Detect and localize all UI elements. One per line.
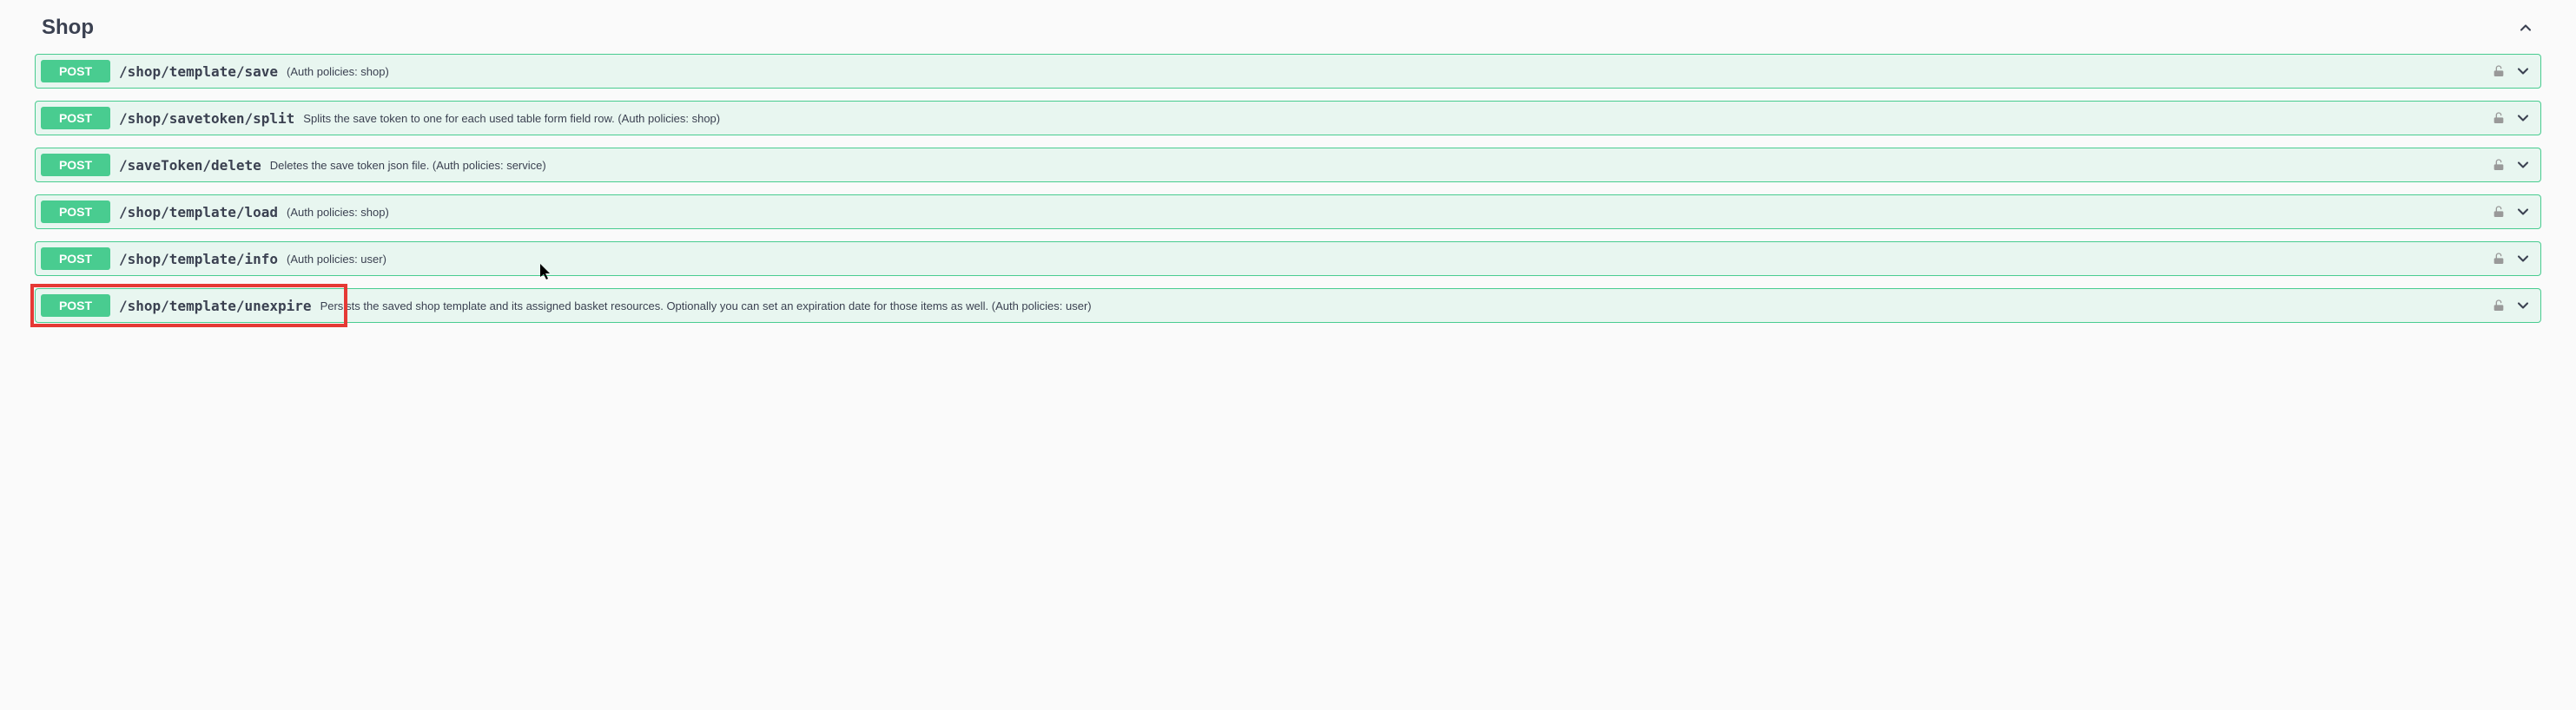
method-badge: POST <box>41 294 110 317</box>
endpoint-description: Splits the save token to one for each us… <box>303 112 2492 125</box>
endpoint-path: /shop/template/load <box>119 204 278 220</box>
endpoint-description: (Auth policies: shop) <box>287 206 2492 219</box>
endpoint-controls <box>2492 250 2532 267</box>
chevron-down-icon[interactable] <box>2514 203 2532 220</box>
chevron-down-icon[interactable] <box>2514 297 2532 314</box>
chevron-up-icon[interactable] <box>2517 19 2534 36</box>
endpoint-description: (Auth policies: user) <box>287 253 2492 266</box>
chevron-down-icon[interactable] <box>2514 156 2532 174</box>
endpoint-path: /shop/template/unexpire <box>119 298 312 314</box>
section-header[interactable]: Shop <box>35 10 2541 54</box>
endpoint-row[interactable]: POST/shop/template/save (Auth policies: s… <box>35 54 2541 89</box>
endpoint-path: /shop/savetoken/split <box>119 110 294 127</box>
chevron-down-icon[interactable] <box>2514 62 2532 80</box>
lock-icon[interactable] <box>2492 111 2506 125</box>
method-badge: POST <box>41 201 110 223</box>
lock-icon[interactable] <box>2492 252 2506 266</box>
endpoints-list: POST/shop/template/save (Auth policies: s… <box>35 54 2541 323</box>
method-badge: POST <box>41 60 110 82</box>
endpoint-path: /saveToken/delete <box>119 157 261 174</box>
endpoint-description: Deletes the save token json file. (Auth … <box>270 159 2492 172</box>
method-badge: POST <box>41 107 110 129</box>
lock-icon[interactable] <box>2492 205 2506 219</box>
endpoint-controls <box>2492 156 2532 174</box>
section-title: Shop <box>42 16 94 40</box>
endpoint-description: (Auth policies: shop) <box>287 65 2492 78</box>
chevron-down-icon[interactable] <box>2514 109 2532 127</box>
lock-icon[interactable] <box>2492 64 2506 78</box>
endpoint-description: Persists the saved shop template and its… <box>320 299 2492 312</box>
endpoint-controls <box>2492 203 2532 220</box>
lock-icon[interactable] <box>2492 299 2506 312</box>
endpoint-path: /shop/template/info <box>119 251 278 267</box>
endpoint-row[interactable]: POST/shop/savetoken/split Splits the save… <box>35 101 2541 135</box>
lock-icon[interactable] <box>2492 158 2506 172</box>
chevron-down-icon[interactable] <box>2514 250 2532 267</box>
endpoint-row[interactable]: POST/shop/template/unexpire Persists the … <box>35 288 2541 323</box>
endpoint-controls <box>2492 109 2532 127</box>
endpoint-controls <box>2492 62 2532 80</box>
endpoint-controls <box>2492 297 2532 314</box>
endpoint-row[interactable]: POST/saveToken/delete Deletes the save to… <box>35 148 2541 182</box>
method-badge: POST <box>41 247 110 270</box>
endpoint-row[interactable]: POST/shop/template/load (Auth policies: s… <box>35 194 2541 229</box>
endpoint-row[interactable]: POST/shop/template/info (Auth policies: u… <box>35 241 2541 276</box>
method-badge: POST <box>41 154 110 176</box>
endpoint-path: /shop/template/save <box>119 63 278 80</box>
